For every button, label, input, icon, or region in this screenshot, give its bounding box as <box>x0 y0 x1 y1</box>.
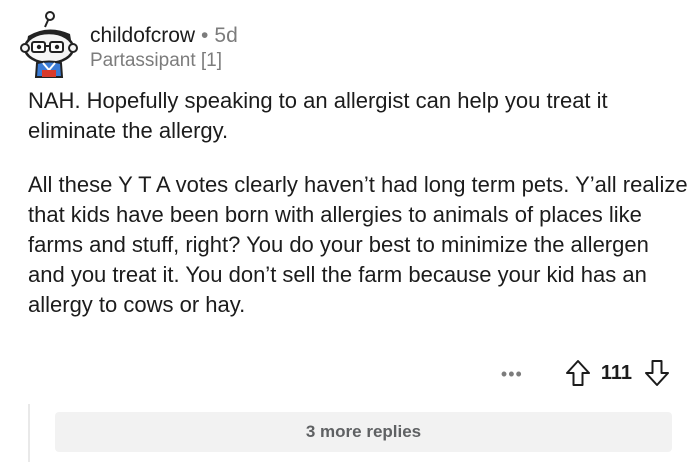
vote-count: 111 <box>600 361 632 384</box>
comment-body: NAH. Hopefully speaking to an allergist … <box>28 86 688 320</box>
comment-actions: ••• 111 <box>501 358 670 388</box>
author-line: childofcrow • 5d <box>90 24 490 48</box>
comment-age: 5d <box>214 24 238 47</box>
more-replies-button[interactable]: 3 more replies <box>55 412 672 452</box>
comment-paragraph: All these Y T A votes clearly haven’t ha… <box>28 172 688 317</box>
thread-line[interactable] <box>28 404 30 462</box>
user-flair: Partassipant [1] <box>90 50 223 71</box>
author-block: childofcrow • 5d Partassipant [1] <box>90 24 490 72</box>
upvote-arrow-icon[interactable] <box>565 359 591 387</box>
avatar[interactable] <box>18 10 80 80</box>
comment-paragraph: NAH. Hopefully speaking to an allergist … <box>28 88 608 143</box>
downvote-arrow-icon[interactable] <box>644 359 670 387</box>
meta-separator: • <box>201 24 209 47</box>
more-options-icon[interactable]: ••• <box>501 365 523 383</box>
author-username[interactable]: childofcrow <box>90 24 195 47</box>
